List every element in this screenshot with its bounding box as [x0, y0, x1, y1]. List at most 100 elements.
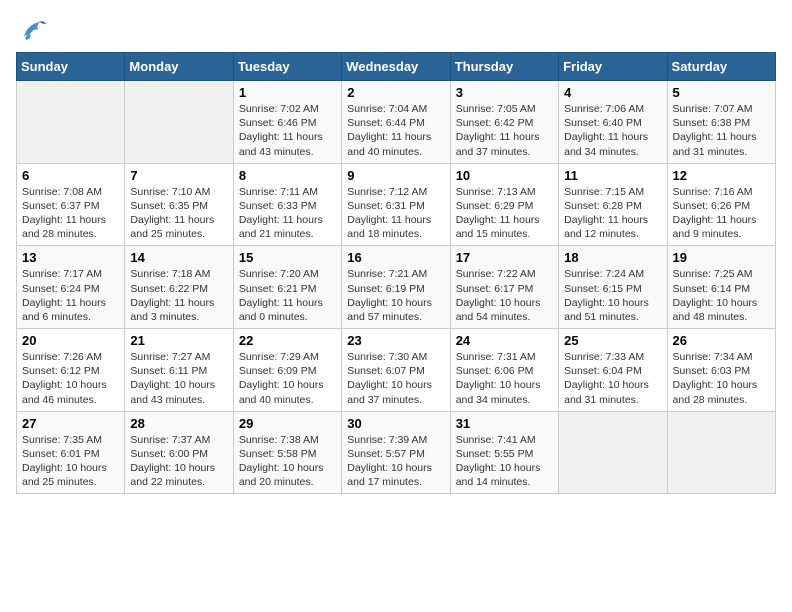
- sunset-text: Sunset: 6:01 PM: [22, 448, 100, 460]
- sunrise-text: Sunrise: 7:06 AM: [564, 103, 644, 115]
- calendar-week-row: 13 Sunrise: 7:17 AM Sunset: 6:24 PM Dayl…: [17, 246, 776, 329]
- calendar-cell: 4 Sunrise: 7:06 AM Sunset: 6:40 PM Dayli…: [559, 81, 667, 164]
- day-number: 28: [130, 416, 227, 431]
- sunrise-text: Sunrise: 7:39 AM: [347, 434, 427, 446]
- calendar-cell: 18 Sunrise: 7:24 AM Sunset: 6:15 PM Dayl…: [559, 246, 667, 329]
- daylight-text: Daylight: 10 hours and 25 minutes.: [22, 462, 107, 488]
- daylight-text: Daylight: 10 hours and 28 minutes.: [673, 379, 758, 405]
- sunset-text: Sunset: 6:38 PM: [673, 117, 751, 129]
- sunset-text: Sunset: 6:26 PM: [673, 200, 751, 212]
- daylight-text: Daylight: 10 hours and 54 minutes.: [456, 297, 541, 323]
- calendar-week-row: 6 Sunrise: 7:08 AM Sunset: 6:37 PM Dayli…: [17, 163, 776, 246]
- daylight-text: Daylight: 10 hours and 17 minutes.: [347, 462, 432, 488]
- sunset-text: Sunset: 6:09 PM: [239, 365, 317, 377]
- sunset-text: Sunset: 6:42 PM: [456, 117, 534, 129]
- calendar-cell: 21 Sunrise: 7:27 AM Sunset: 6:11 PM Dayl…: [125, 329, 233, 412]
- day-info: Sunrise: 7:15 AM Sunset: 6:28 PM Dayligh…: [564, 185, 661, 242]
- day-number: 10: [456, 168, 553, 183]
- day-number: 21: [130, 333, 227, 348]
- sunrise-text: Sunrise: 7:16 AM: [673, 186, 753, 198]
- calendar-cell: [17, 81, 125, 164]
- calendar-cell: 10 Sunrise: 7:13 AM Sunset: 6:29 PM Dayl…: [450, 163, 558, 246]
- calendar-table: SundayMondayTuesdayWednesdayThursdayFrid…: [16, 52, 776, 494]
- day-of-week-header: Saturday: [667, 53, 775, 81]
- day-info: Sunrise: 7:34 AM Sunset: 6:03 PM Dayligh…: [673, 350, 770, 407]
- day-info: Sunrise: 7:33 AM Sunset: 6:04 PM Dayligh…: [564, 350, 661, 407]
- sunrise-text: Sunrise: 7:04 AM: [347, 103, 427, 115]
- daylight-text: Daylight: 10 hours and 22 minutes.: [130, 462, 215, 488]
- day-info: Sunrise: 7:02 AM Sunset: 6:46 PM Dayligh…: [239, 102, 336, 159]
- day-info: Sunrise: 7:06 AM Sunset: 6:40 PM Dayligh…: [564, 102, 661, 159]
- day-number: 19: [673, 250, 770, 265]
- day-number: 20: [22, 333, 119, 348]
- daylight-text: Daylight: 10 hours and 43 minutes.: [130, 379, 215, 405]
- calendar-cell: 7 Sunrise: 7:10 AM Sunset: 6:35 PM Dayli…: [125, 163, 233, 246]
- sunrise-text: Sunrise: 7:38 AM: [239, 434, 319, 446]
- daylight-text: Daylight: 11 hours and 40 minutes.: [347, 131, 431, 157]
- day-info: Sunrise: 7:38 AM Sunset: 5:58 PM Dayligh…: [239, 433, 336, 490]
- calendar-cell: 24 Sunrise: 7:31 AM Sunset: 6:06 PM Dayl…: [450, 329, 558, 412]
- daylight-text: Daylight: 10 hours and 31 minutes.: [564, 379, 649, 405]
- sunset-text: Sunset: 6:06 PM: [456, 365, 534, 377]
- day-number: 9: [347, 168, 444, 183]
- calendar-cell: 3 Sunrise: 7:05 AM Sunset: 6:42 PM Dayli…: [450, 81, 558, 164]
- sunrise-text: Sunrise: 7:26 AM: [22, 351, 102, 363]
- day-info: Sunrise: 7:18 AM Sunset: 6:22 PM Dayligh…: [130, 267, 227, 324]
- sunrise-text: Sunrise: 7:34 AM: [673, 351, 753, 363]
- daylight-text: Daylight: 10 hours and 34 minutes.: [456, 379, 541, 405]
- daylight-text: Daylight: 10 hours and 40 minutes.: [239, 379, 324, 405]
- sunset-text: Sunset: 5:57 PM: [347, 448, 425, 460]
- calendar-cell: 27 Sunrise: 7:35 AM Sunset: 6:01 PM Dayl…: [17, 411, 125, 494]
- calendar-cell: 1 Sunrise: 7:02 AM Sunset: 6:46 PM Dayli…: [233, 81, 341, 164]
- day-number: 15: [239, 250, 336, 265]
- logo-bird-icon: [16, 16, 48, 44]
- day-number: 1: [239, 85, 336, 100]
- sunset-text: Sunset: 6:15 PM: [564, 283, 642, 295]
- day-number: 27: [22, 416, 119, 431]
- sunrise-text: Sunrise: 7:17 AM: [22, 268, 102, 280]
- sunrise-text: Sunrise: 7:25 AM: [673, 268, 753, 280]
- daylight-text: Daylight: 11 hours and 18 minutes.: [347, 214, 431, 240]
- calendar-week-row: 27 Sunrise: 7:35 AM Sunset: 6:01 PM Dayl…: [17, 411, 776, 494]
- calendar-cell: 11 Sunrise: 7:15 AM Sunset: 6:28 PM Dayl…: [559, 163, 667, 246]
- daylight-text: Daylight: 11 hours and 12 minutes.: [564, 214, 648, 240]
- daylight-text: Daylight: 10 hours and 37 minutes.: [347, 379, 432, 405]
- sunset-text: Sunset: 6:35 PM: [130, 200, 208, 212]
- daylight-text: Daylight: 11 hours and 34 minutes.: [564, 131, 648, 157]
- day-number: 8: [239, 168, 336, 183]
- sunrise-text: Sunrise: 7:21 AM: [347, 268, 427, 280]
- sunset-text: Sunset: 6:07 PM: [347, 365, 425, 377]
- calendar-week-row: 1 Sunrise: 7:02 AM Sunset: 6:46 PM Dayli…: [17, 81, 776, 164]
- sunset-text: Sunset: 6:46 PM: [239, 117, 317, 129]
- sunset-text: Sunset: 6:31 PM: [347, 200, 425, 212]
- sunrise-text: Sunrise: 7:31 AM: [456, 351, 536, 363]
- logo: [16, 16, 52, 44]
- sunset-text: Sunset: 5:55 PM: [456, 448, 534, 460]
- daylight-text: Daylight: 10 hours and 46 minutes.: [22, 379, 107, 405]
- day-info: Sunrise: 7:08 AM Sunset: 6:37 PM Dayligh…: [22, 185, 119, 242]
- day-of-week-header: Sunday: [17, 53, 125, 81]
- page-header: [16, 16, 776, 44]
- calendar-cell: 25 Sunrise: 7:33 AM Sunset: 6:04 PM Dayl…: [559, 329, 667, 412]
- day-info: Sunrise: 7:30 AM Sunset: 6:07 PM Dayligh…: [347, 350, 444, 407]
- daylight-text: Daylight: 11 hours and 9 minutes.: [673, 214, 757, 240]
- day-of-week-header: Monday: [125, 53, 233, 81]
- day-info: Sunrise: 7:11 AM Sunset: 6:33 PM Dayligh…: [239, 185, 336, 242]
- sunrise-text: Sunrise: 7:15 AM: [564, 186, 644, 198]
- sunset-text: Sunset: 6:37 PM: [22, 200, 100, 212]
- sunrise-text: Sunrise: 7:24 AM: [564, 268, 644, 280]
- sunrise-text: Sunrise: 7:20 AM: [239, 268, 319, 280]
- day-number: 2: [347, 85, 444, 100]
- day-info: Sunrise: 7:20 AM Sunset: 6:21 PM Dayligh…: [239, 267, 336, 324]
- calendar-cell: 13 Sunrise: 7:17 AM Sunset: 6:24 PM Dayl…: [17, 246, 125, 329]
- day-info: Sunrise: 7:35 AM Sunset: 6:01 PM Dayligh…: [22, 433, 119, 490]
- calendar-cell: 23 Sunrise: 7:30 AM Sunset: 6:07 PM Dayl…: [342, 329, 450, 412]
- calendar-cell: 30 Sunrise: 7:39 AM Sunset: 5:57 PM Dayl…: [342, 411, 450, 494]
- sunset-text: Sunset: 6:29 PM: [456, 200, 534, 212]
- day-number: 26: [673, 333, 770, 348]
- day-info: Sunrise: 7:29 AM Sunset: 6:09 PM Dayligh…: [239, 350, 336, 407]
- sunrise-text: Sunrise: 7:22 AM: [456, 268, 536, 280]
- sunset-text: Sunset: 6:03 PM: [673, 365, 751, 377]
- sunset-text: Sunset: 6:19 PM: [347, 283, 425, 295]
- sunset-text: Sunset: 6:14 PM: [673, 283, 751, 295]
